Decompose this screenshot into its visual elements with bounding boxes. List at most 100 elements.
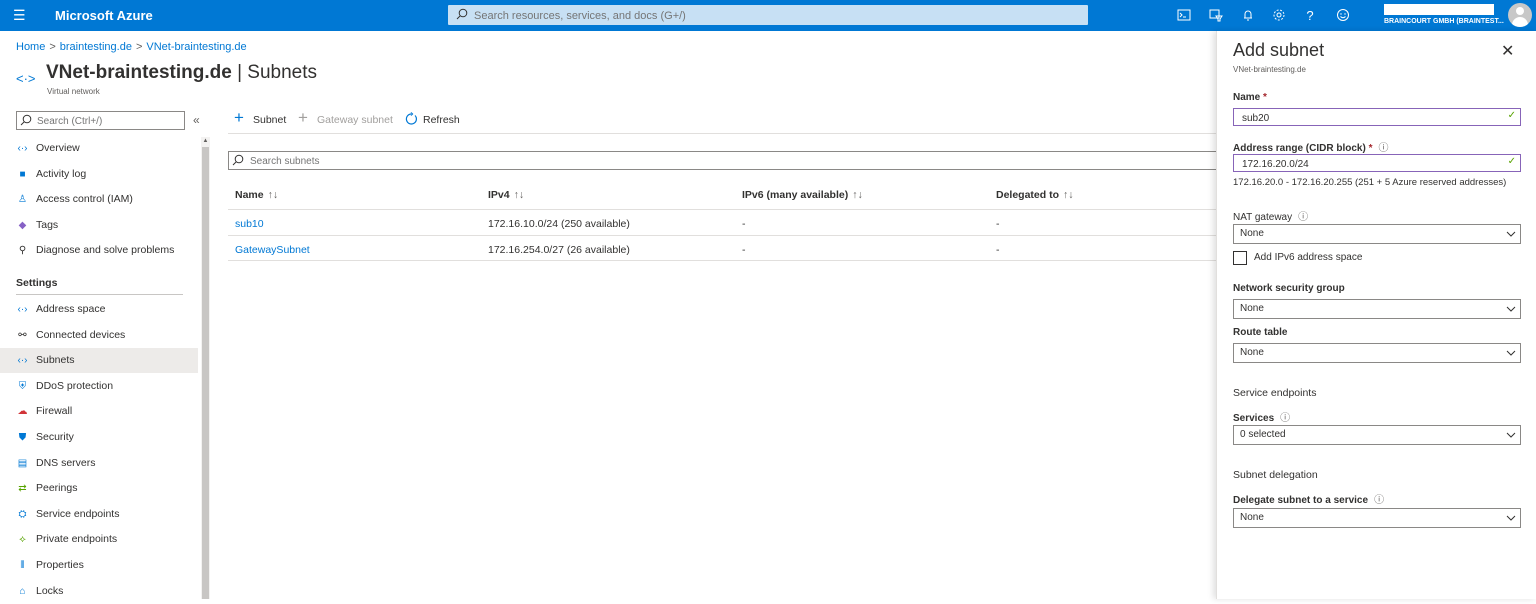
nav-section-settings: Settings [16, 277, 58, 289]
breadcrumb-home[interactable]: Home [16, 41, 45, 53]
services-select[interactable]: 0 selected [1233, 425, 1521, 445]
breadcrumb-vnet[interactable]: VNet-braintesting.de [146, 41, 246, 53]
name-input[interactable] [1240, 110, 1504, 126]
delegate-value: None [1240, 512, 1264, 523]
service-endpoints-heading: Service endpoints [1233, 387, 1317, 399]
sidebar-item-diagnose-and-solve-problems[interactable]: ⚲ Diagnose and solve problems [0, 238, 198, 263]
route-table-value: None [1240, 347, 1264, 358]
scroll-up-icon[interactable]: ▲ [201, 137, 210, 146]
services-label: Services ⓘ [1233, 409, 1290, 424]
chevron-down-icon [1506, 306, 1516, 312]
sidebar-item-firewall[interactable]: ☁ Firewall [0, 399, 198, 424]
address-range-field[interactable]: ✓ [1233, 154, 1521, 172]
sidebar-item-label: Private endpoints [36, 533, 118, 546]
sidebar-item-label: Security [36, 431, 74, 443]
column-header-ipv4[interactable]: IPv4 ↑↓ [488, 189, 524, 201]
sidebar-item-peerings[interactable]: ⇄ Peerings [0, 476, 198, 501]
ipv6-checkbox-label[interactable]: Add IPv6 address space [1254, 252, 1362, 263]
table-divider [228, 209, 1218, 210]
nav-search-input[interactable] [35, 113, 179, 129]
page-subtitle: Virtual network [47, 87, 100, 96]
add-subnet-label: Subnet [253, 114, 287, 126]
name-field[interactable]: ✓ [1233, 108, 1521, 126]
global-search-input[interactable] [472, 7, 1076, 25]
tag-icon: ◆ [18, 219, 27, 231]
global-search[interactable] [448, 5, 1088, 25]
sort-icon: ↑↓ [852, 189, 863, 201]
peering-icon: ⇄ [18, 483, 27, 495]
firewall-icon: ☁ [17, 406, 28, 418]
scroll-thumb[interactable] [202, 147, 209, 599]
service-endpoint-icon: ⛭ [18, 508, 27, 520]
subnet-name-link[interactable]: sub10 [235, 218, 264, 230]
info-icon[interactable]: ⓘ [1298, 212, 1308, 223]
info-icon[interactable]: ⓘ [1374, 495, 1384, 506]
shield-icon: ⛨ [18, 380, 27, 392]
brand-title[interactable]: Microsoft Azure [55, 8, 153, 23]
gear-icon[interactable] [1271, 8, 1287, 24]
vnet-icon: ‹·› [17, 355, 28, 367]
sidebar-item-access-control-iam[interactable]: ♙ Access control (IAM) [0, 187, 198, 212]
delegate-select[interactable]: None [1233, 508, 1521, 528]
nsg-select[interactable]: None [1233, 299, 1521, 319]
info-icon[interactable]: ⓘ [1280, 413, 1290, 424]
nav-divider [16, 294, 183, 295]
iam-icon: ♙ [18, 194, 27, 206]
column-header-name[interactable]: Name ↑↓ [235, 189, 278, 201]
nat-gateway-value: None [1240, 228, 1264, 239]
collapse-nav-icon[interactable]: « [193, 113, 200, 127]
subnet-search-input[interactable] [248, 153, 652, 169]
sidebar-item-properties[interactable]: ⦀ Properties [0, 553, 198, 578]
hamburger-menu-icon[interactable]: ☰ [13, 7, 26, 23]
bell-icon[interactable] [1240, 8, 1256, 24]
nav-scrollbar[interactable]: ▲ [201, 137, 210, 599]
feedback-icon[interactable] [1335, 8, 1351, 24]
avatar[interactable] [1508, 3, 1532, 27]
search-icon [232, 154, 244, 166]
nat-gateway-select[interactable]: None [1233, 224, 1521, 244]
nat-gateway-label: NAT gateway ⓘ [1233, 208, 1308, 223]
table-divider [228, 235, 1218, 236]
close-icon[interactable]: ✕ [1501, 41, 1514, 61]
add-subnet-panel: Add subnet VNet-braintesting.de ✕ Name *… [1216, 31, 1536, 599]
route-table-select[interactable]: None [1233, 343, 1521, 363]
sidebar-item-ddos-protection[interactable]: ⛨ DDoS protection [0, 374, 198, 399]
sidebar-item-label: Overview [36, 142, 80, 154]
panel-subtitle: VNet-braintesting.de [1233, 65, 1306, 74]
sidebar-item-private-endpoints[interactable]: ⟡ Private endpoints [0, 527, 198, 552]
nav-search[interactable] [16, 111, 185, 130]
sidebar-item-overview[interactable]: ‹·› Overview [0, 136, 198, 161]
ipv6-checkbox[interactable] [1233, 251, 1247, 265]
directory-filter-icon[interactable] [1208, 8, 1224, 24]
subnet-name-link[interactable]: GatewaySubnet [235, 244, 310, 256]
sidebar-item-activity-log[interactable]: ■ Activity log [0, 162, 198, 187]
delegate-label-text: Delegate subnet to a service [1233, 495, 1369, 506]
required-marker: * [1368, 143, 1373, 154]
plus-icon: + [234, 108, 244, 127]
table-divider [228, 260, 1218, 261]
column-header-delegated[interactable]: Delegated to ↑↓ [996, 189, 1074, 201]
page-title: VNet-braintesting.de | Subnets [46, 62, 317, 84]
sidebar-item-address-space[interactable]: ‹·› Address space [0, 297, 198, 322]
sidebar-item-subnets[interactable]: ‹·› Subnets [0, 348, 198, 374]
column-header-ipv6[interactable]: IPv6 (many available) ↑↓ [742, 189, 863, 201]
name-label: Name * [1233, 92, 1267, 103]
info-icon[interactable]: ⓘ [1379, 143, 1389, 154]
plus-icon: + [298, 108, 308, 127]
dns-icon: ▤ [17, 457, 28, 469]
breadcrumb-resource-group[interactable]: braintesting.de [60, 41, 132, 53]
sidebar-item-service-endpoints[interactable]: ⛭ Service endpoints [0, 502, 198, 527]
top-bar: ☰ Microsoft Azure ? BRAINCOURT GMBH (BRA… [0, 0, 1536, 31]
cloud-shell-icon[interactable] [1176, 8, 1192, 24]
sidebar-item-security[interactable]: ⛊ Security [0, 425, 198, 450]
subnet-search[interactable] [228, 151, 1219, 170]
sidebar-item-locks[interactable]: ⌂ Locks [0, 579, 198, 604]
sidebar-item-dns-servers[interactable]: ▤ DNS servers [0, 451, 198, 476]
sidebar-item-label: Peerings [36, 482, 78, 495]
account-menu[interactable]: BRAINCOURT GMBH (BRAINTEST... [1384, 4, 1504, 28]
sidebar-item-label: Address space [36, 303, 106, 315]
sidebar-item-tags[interactable]: ◆ Tags [0, 213, 198, 238]
address-range-input[interactable] [1240, 156, 1504, 172]
sidebar-item-connected-devices[interactable]: ⚯ Connected devices [0, 323, 198, 348]
help-icon[interactable]: ? [1302, 8, 1318, 24]
